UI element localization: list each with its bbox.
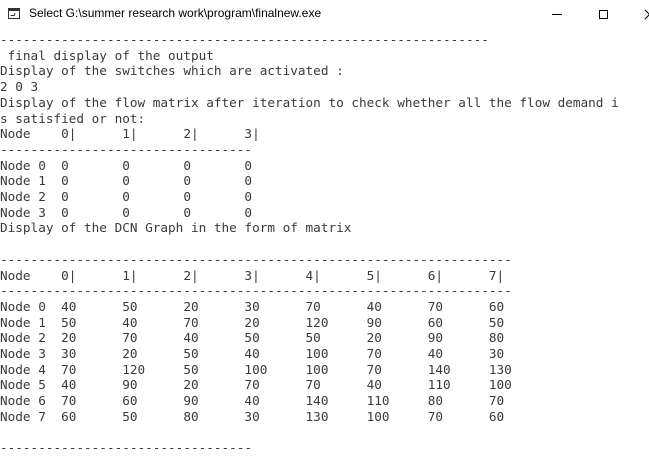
- close-icon: [644, 9, 649, 20]
- maximize-button[interactable]: [580, 0, 626, 29]
- console-line: ---------------------------------: [0, 141, 253, 157]
- console-text: --------------------------------- -------…: [0, 32, 619, 456]
- console-line: Node 4 70 120 50 100 100 70 140 130: [0, 361, 512, 377]
- console-line: Node 3 30 20 50 40 100 70 40 30: [0, 346, 505, 362]
- minimize-icon: [552, 14, 562, 15]
- minimize-button[interactable]: [534, 0, 580, 29]
- console-line: Node 0 40 50 20 30 70 40 70 60: [0, 298, 505, 314]
- console-line: Display of the switches which are activa…: [0, 63, 344, 79]
- console-line: Node 7 60 50 80 30 130 100 70 60: [0, 408, 505, 424]
- console-line: Display of the flow matrix after iterati…: [0, 94, 619, 110]
- console-line: s satisfied or not:: [0, 110, 146, 126]
- console-line: Node 0| 1| 2| 3| 4| 5| 6| 7|: [0, 267, 505, 283]
- console-output-area[interactable]: --------------------------------- -------…: [0, 29, 649, 457]
- console-line: 2 0 3: [0, 79, 39, 95]
- close-button[interactable]: [626, 0, 649, 29]
- console-line: Node 1 0 0 0 0: [0, 173, 253, 189]
- console-line: Node 0| 1| 2| 3|: [0, 126, 260, 142]
- console-line: Node 3 0 0 0 0: [0, 204, 253, 220]
- console-line: Node 2 20 70 40 50 50 20 90 80: [0, 330, 505, 346]
- console-line: ---------------------------------: [0, 440, 253, 456]
- maximize-icon: [598, 10, 608, 19]
- console-app-icon: [8, 8, 20, 19]
- console-line: Node 6 70 60 90 40 140 110 80 70: [0, 393, 505, 409]
- console-line: Node 0 0 0 0 0: [0, 157, 253, 173]
- window-title: Select G:\summer research work\program\f…: [29, 6, 322, 20]
- console-line: ----------------------------------------…: [0, 283, 512, 299]
- console-line: Node 5 40 90 20 70 70 40 110 100: [0, 377, 512, 393]
- console-line: ----------------------------------------…: [0, 32, 489, 47]
- console-line: Node 1 50 40 70 20 120 90 60 50: [0, 314, 505, 330]
- title-bar[interactable]: Select G:\summer research work\program\f…: [0, 0, 649, 29]
- console-line: final display of the output: [0, 47, 214, 63]
- console-line: ----------------------------------------…: [0, 251, 512, 267]
- console-line: Display of the DCN Graph in the form of …: [0, 220, 352, 236]
- console-line: Node 2 0 0 0 0: [0, 189, 253, 205]
